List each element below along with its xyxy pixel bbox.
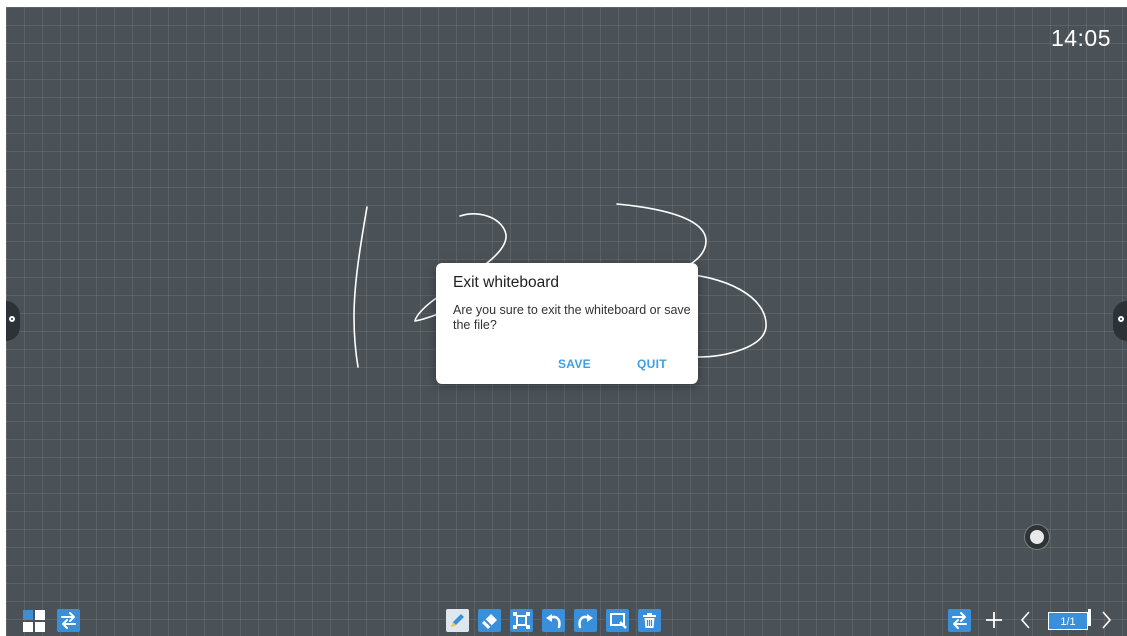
add-page-button[interactable] <box>983 609 1005 636</box>
select-icon <box>513 612 530 629</box>
exit-dialog: Exit whiteboard Are you sure to exit the… <box>436 263 698 384</box>
dialog-message: Are you sure to exit the whiteboard or s… <box>453 303 691 332</box>
redo-button[interactable] <box>574 609 597 632</box>
floating-menu-button[interactable] <box>1025 525 1049 549</box>
switch-toolbar-button-right[interactable] <box>948 609 971 632</box>
plus-icon <box>986 612 1002 628</box>
circle-icon <box>1118 316 1124 322</box>
clock: 14:05 <box>1050 25 1111 51</box>
clear-all-button[interactable] <box>638 609 661 632</box>
undo-icon <box>546 614 561 629</box>
chevron-left-icon <box>1020 611 1030 629</box>
dialog-title: Exit whiteboard <box>453 274 559 291</box>
swap-arrows-icon <box>61 612 76 629</box>
switch-toolbar-button[interactable] <box>57 609 80 632</box>
page-indicator[interactable]: 1/1 <box>1048 609 1091 630</box>
quit-button[interactable]: QUIT <box>637 357 667 371</box>
previous-page-button[interactable] <box>1018 609 1034 636</box>
apps-grid-icon[interactable] <box>23 610 45 632</box>
pen-tool-button[interactable] <box>446 609 469 632</box>
eraser-icon <box>482 614 497 629</box>
swap-arrows-icon <box>952 612 967 629</box>
save-button[interactable]: SAVE <box>558 357 591 371</box>
pen-icon <box>451 614 464 627</box>
eraser-tool-button[interactable] <box>478 609 501 632</box>
next-page-button[interactable] <box>1098 609 1114 636</box>
circle-icon <box>1030 530 1044 544</box>
right-side-menu-handle[interactable] <box>1113 301 1127 341</box>
trash-icon <box>643 613 656 628</box>
whiteboard-canvas[interactable]: 14:05 Exit whiteboard Are you sure to ex… <box>6 7 1127 636</box>
screenshot-icon <box>610 613 627 629</box>
chevron-right-icon <box>1102 611 1112 629</box>
undo-button[interactable] <box>542 609 565 632</box>
bottom-toolbar: 1/1 <box>6 604 1127 636</box>
redo-icon <box>578 614 593 629</box>
select-tool-button[interactable] <box>510 609 533 632</box>
circle-icon <box>9 316 15 322</box>
screenshot-button[interactable] <box>606 609 629 632</box>
